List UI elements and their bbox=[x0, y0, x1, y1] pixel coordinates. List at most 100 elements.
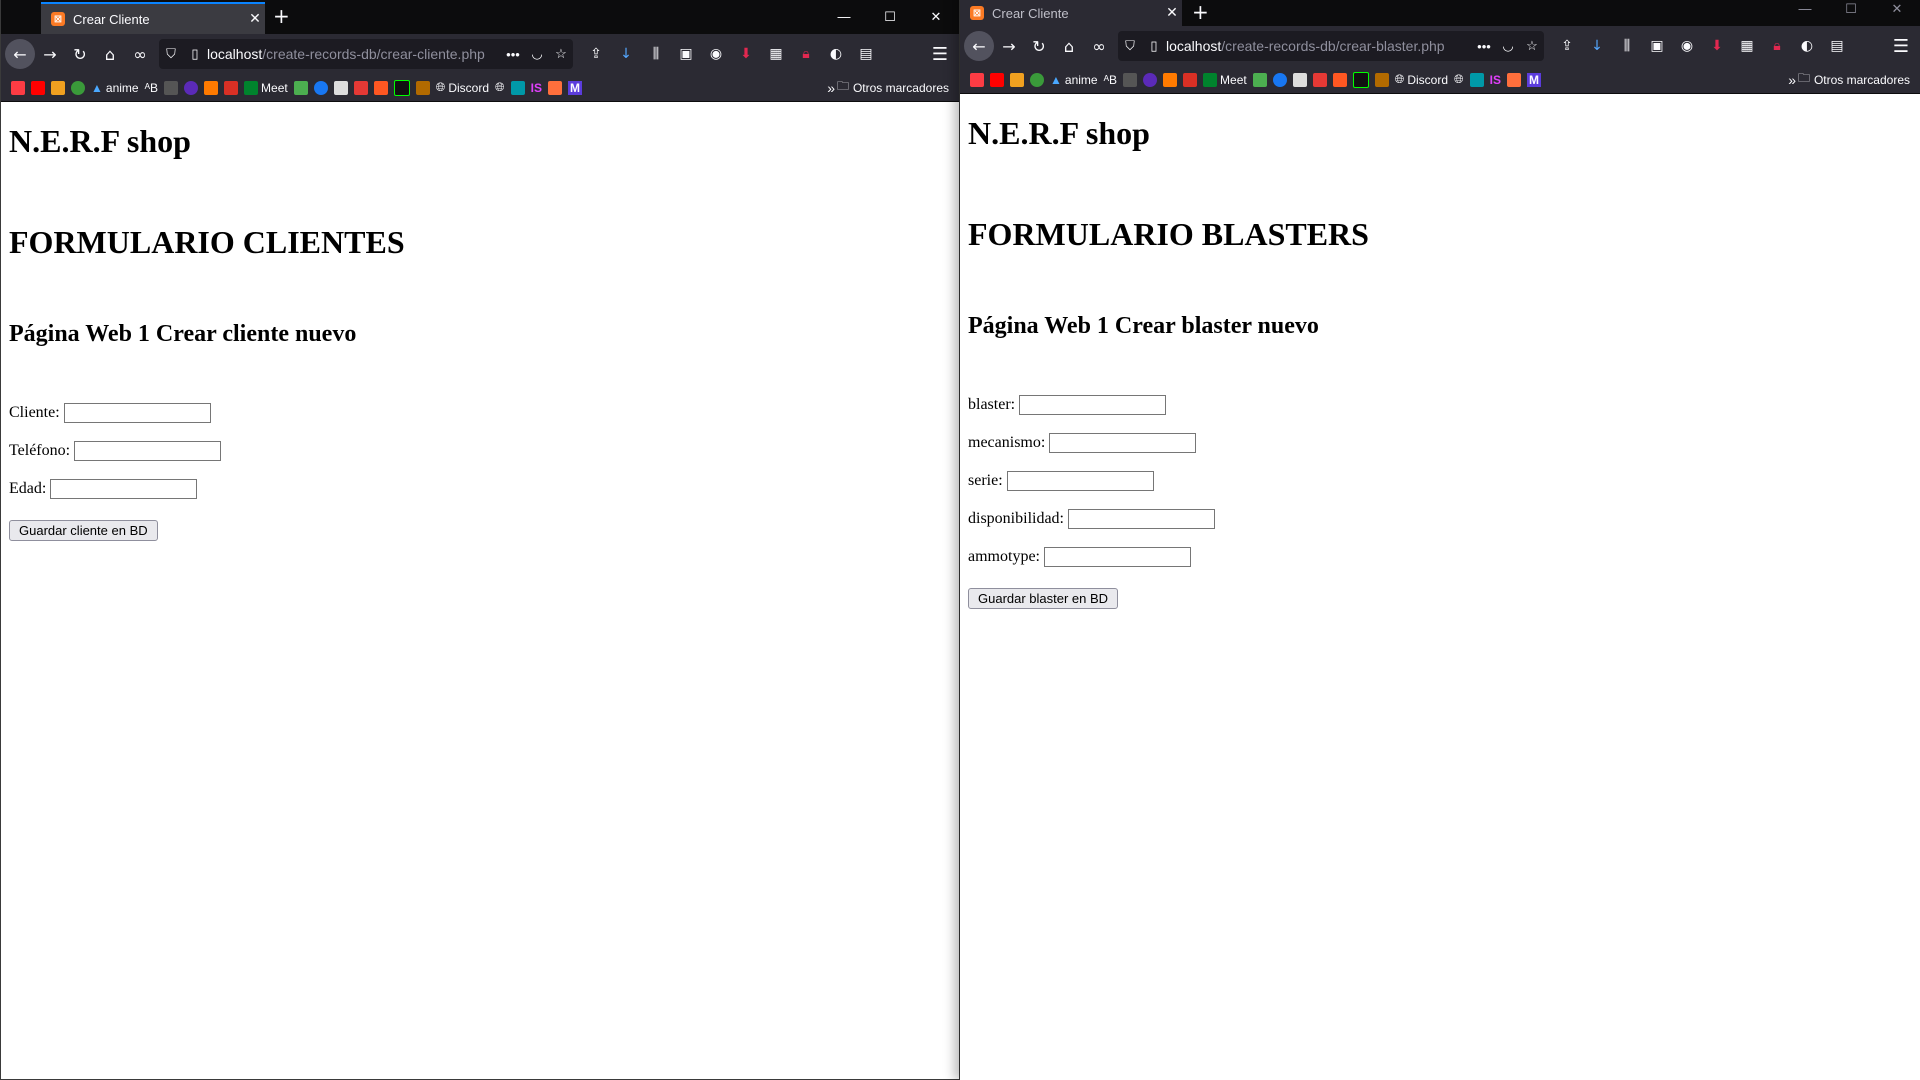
bookmark-is[interactable]: IS bbox=[531, 81, 542, 95]
chevron-more-icon[interactable]: » bbox=[1788, 72, 1796, 88]
bookmark-ab[interactable]: ᴬB bbox=[145, 81, 158, 95]
bookmark-icon[interactable] bbox=[1123, 72, 1138, 87]
bookmark-icon[interactable] bbox=[1292, 72, 1307, 87]
maximize-icon[interactable]: ☐ bbox=[867, 0, 913, 34]
bookmark-anime[interactable]: ▲ anime bbox=[91, 81, 139, 95]
lock-ext-icon[interactable]: 🔒︎ bbox=[793, 46, 819, 62]
new-tab-icon[interactable]: + bbox=[273, 4, 290, 28]
youtube-bookmark-icon[interactable] bbox=[990, 72, 1004, 87]
other-bookmarks[interactable]: 🗀 Otros marcadores bbox=[1798, 69, 1910, 90]
download-ext-icon[interactable]: ⬇ bbox=[733, 46, 759, 62]
bookmark-icon[interactable] bbox=[1163, 72, 1178, 87]
sidebar-icon[interactable]: ▣ bbox=[1644, 38, 1670, 54]
chevron-more-icon[interactable]: » bbox=[827, 80, 835, 96]
pocket-icon[interactable]: ◡ bbox=[525, 46, 549, 62]
close-window-icon[interactable]: ✕ bbox=[913, 0, 959, 34]
bookmark-icon[interactable] bbox=[293, 80, 308, 95]
bookmark-icon[interactable] bbox=[1506, 72, 1521, 87]
back-icon[interactable]: ← bbox=[5, 39, 35, 69]
cliente-input[interactable] bbox=[63, 403, 211, 423]
reload-icon[interactable]: ↻ bbox=[65, 39, 95, 69]
page-actions-icon[interactable]: ••• bbox=[1472, 39, 1496, 54]
extension-icon[interactable]: ◐ bbox=[1794, 38, 1820, 54]
bookmark-meet[interactable]: Meet bbox=[244, 80, 288, 95]
globe-icon[interactable]: 🌐︎ bbox=[1454, 72, 1464, 87]
save-blaster-button[interactable]: Guardar blaster en BD bbox=[968, 588, 1119, 609]
page-actions-icon[interactable]: ••• bbox=[501, 47, 525, 62]
downloads-icon[interactable]: ↓ bbox=[1584, 38, 1610, 54]
bookmark-icon[interactable] bbox=[1374, 72, 1389, 87]
page-info-icon[interactable]: ▯ bbox=[1142, 38, 1166, 54]
back-icon[interactable]: ← bbox=[964, 31, 994, 61]
pocket-icon[interactable]: ◡ bbox=[1496, 38, 1520, 54]
save-client-button[interactable]: Guardar cliente en BD bbox=[9, 520, 158, 541]
blogger-bookmark-icon[interactable] bbox=[373, 80, 388, 95]
in-bookmark-icon[interactable] bbox=[51, 80, 65, 95]
leaf-bookmark-icon[interactable] bbox=[71, 80, 85, 95]
youtube-bookmark-icon[interactable] bbox=[31, 80, 45, 95]
reload-icon[interactable]: ↻ bbox=[1024, 31, 1054, 61]
tab-crear-cliente[interactable]: ⊠ Crear Cliente ✕ bbox=[960, 0, 1182, 26]
bookmark-star-icon[interactable]: ☆ bbox=[549, 46, 573, 62]
bookmark-icon[interactable] bbox=[393, 79, 410, 96]
close-tab-icon[interactable]: ✕ bbox=[1162, 5, 1182, 21]
bookmark-icon[interactable] bbox=[1143, 72, 1158, 87]
page-info-icon[interactable]: ▯ bbox=[183, 46, 207, 62]
download-ext-icon[interactable]: ⬇ bbox=[1704, 38, 1730, 54]
home-icon[interactable]: ⌂ bbox=[1054, 31, 1084, 61]
private-mask-icon[interactable]: ∞ bbox=[1084, 31, 1114, 61]
minimize-icon[interactable]: ― bbox=[1782, 0, 1828, 18]
forward-icon[interactable]: → bbox=[994, 31, 1024, 61]
globe-icon[interactable]: 🌐︎ bbox=[495, 80, 505, 95]
new-tab-icon[interactable]: + bbox=[1192, 0, 1209, 24]
account-icon[interactable]: ◉ bbox=[703, 46, 729, 62]
url-text[interactable]: localhost/create-records-db/crear-blaste… bbox=[1166, 38, 1472, 54]
home-icon[interactable]: ⌂ bbox=[95, 39, 125, 69]
forward-icon[interactable]: → bbox=[35, 39, 65, 69]
shield-icon[interactable]: ⛉ bbox=[1118, 38, 1142, 54]
blogger-bookmark-icon[interactable] bbox=[1332, 72, 1347, 87]
bookmark-icon[interactable] bbox=[333, 80, 348, 95]
bookmark-icon[interactable] bbox=[510, 80, 525, 95]
hamburger-menu-icon[interactable]: ☰ bbox=[925, 39, 955, 69]
private-mask-icon[interactable]: ∞ bbox=[125, 39, 155, 69]
bookmark-icon[interactable] bbox=[204, 80, 219, 95]
extension-icon[interactable]: ⇪ bbox=[1554, 38, 1580, 54]
url-text[interactable]: localhost/create-records-db/crear-client… bbox=[207, 46, 501, 62]
bookmark-icon[interactable] bbox=[353, 80, 368, 95]
shield-icon[interactable]: ⛉ bbox=[159, 46, 183, 62]
facebook-bookmark-icon[interactable] bbox=[1272, 72, 1287, 87]
facebook-bookmark-icon[interactable] bbox=[313, 80, 328, 95]
hamburger-menu-icon[interactable]: ☰ bbox=[1886, 31, 1916, 61]
maximize-icon[interactable]: ☐ bbox=[1828, 0, 1874, 18]
account-icon[interactable]: ◉ bbox=[1674, 38, 1700, 54]
bookmark-icon[interactable] bbox=[547, 80, 562, 95]
extension-icon[interactable]: ▦ bbox=[1734, 38, 1760, 54]
extension-icon[interactable]: ▤ bbox=[1824, 38, 1850, 54]
sidebar-icon[interactable]: ▣ bbox=[673, 46, 699, 62]
ammotype-input[interactable] bbox=[1043, 547, 1191, 567]
bookmark-ab[interactable]: ᴬB bbox=[1104, 73, 1117, 87]
leaf-bookmark-icon[interactable] bbox=[1030, 72, 1044, 87]
bookmark-m[interactable]: M bbox=[1526, 72, 1541, 87]
music-bookmark-icon[interactable] bbox=[11, 80, 25, 95]
tab-crear-cliente[interactable]: ⊠ Crear Cliente ✕ bbox=[41, 2, 265, 34]
bookmark-discord[interactable]: 🌐︎ Discord bbox=[1395, 72, 1448, 87]
blaster-input[interactable] bbox=[1019, 395, 1167, 415]
music-bookmark-icon[interactable] bbox=[970, 72, 984, 87]
close-window-icon[interactable]: ✕ bbox=[1874, 0, 1920, 18]
bookmark-icon[interactable] bbox=[415, 80, 430, 95]
close-tab-icon[interactable]: ✕ bbox=[245, 11, 265, 27]
gmail-bookmark-icon[interactable] bbox=[1183, 72, 1198, 87]
bookmark-icon[interactable] bbox=[1352, 71, 1369, 88]
gmail-bookmark-icon[interactable] bbox=[224, 80, 239, 95]
bookmark-star-icon[interactable]: ☆ bbox=[1520, 38, 1544, 54]
extension-icon[interactable]: ◐ bbox=[823, 46, 849, 62]
bookmark-icon[interactable] bbox=[1312, 72, 1327, 87]
url-bar[interactable]: ⛉ ▯ localhost/create-records-db/crear-cl… bbox=[159, 39, 573, 69]
extension-icon[interactable]: ▦ bbox=[763, 46, 789, 62]
downloads-icon[interactable]: ↓ bbox=[613, 46, 639, 62]
minimize-icon[interactable]: ― bbox=[821, 0, 867, 34]
lock-ext-icon[interactable]: 🔒︎ bbox=[1764, 38, 1790, 54]
extension-icon[interactable]: ⇪ bbox=[583, 46, 609, 62]
